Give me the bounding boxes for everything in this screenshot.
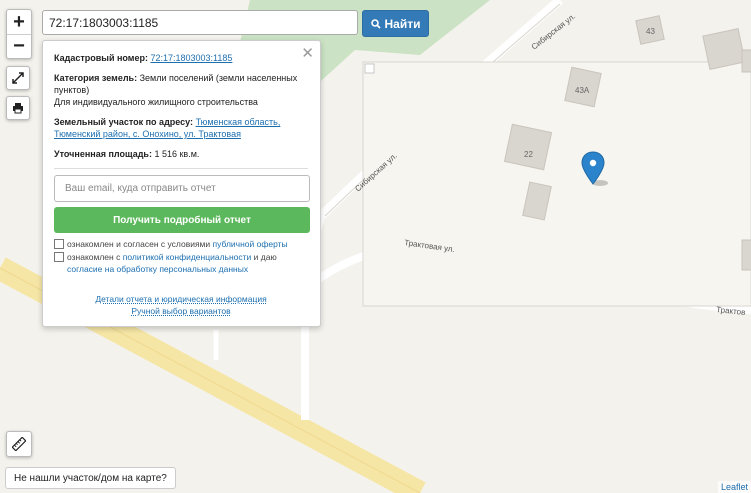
- popup-footer-links: Детали отчета и юридическая информация Р…: [54, 293, 308, 317]
- zoom-out-button[interactable]: −: [7, 33, 31, 59]
- house-number-43a: 43А: [575, 86, 590, 95]
- privacy-consent-checkbox-row: ознакомлен с политикой конфиденциальност…: [54, 251, 308, 275]
- email-input[interactable]: Ваш email, куда отправить отчет: [54, 175, 310, 202]
- find-button[interactable]: Найти: [362, 10, 429, 37]
- address-row: Земельный участок по адресу: Тюменская о…: [54, 117, 281, 139]
- leaflet-attribution-link[interactable]: Leaflet: [717, 481, 751, 493]
- parcel-info-popup: ✕ Кадастровый номер: 72:17:1803003:1185 …: [42, 40, 321, 327]
- zoom-control: + −: [6, 9, 32, 59]
- house-number-43: 43: [646, 27, 655, 36]
- privacy-policy-link[interactable]: политикой конфиденциальности: [123, 252, 252, 262]
- offer-consent-checkbox[interactable]: [54, 239, 64, 249]
- find-button-label: Найти: [384, 16, 421, 31]
- privacy-consent-checkbox[interactable]: [54, 252, 64, 262]
- offer-consent-checkbox-row: ознакомлен и согласен с условиями публич…: [54, 238, 308, 250]
- house-number-22: 22: [524, 150, 533, 159]
- print-button[interactable]: [6, 96, 30, 120]
- area-row: Уточненная площадь: 1 516 кв.м.: [54, 149, 200, 159]
- data-processing-consent-link[interactable]: согласие на обработку персональных данны…: [67, 264, 248, 274]
- cadastral-search-input[interactable]: [42, 10, 358, 35]
- search-icon: [370, 18, 381, 29]
- cadastral-number-link[interactable]: 72:17:1803003:1185: [150, 53, 232, 63]
- close-icon[interactable]: ✕: [301, 44, 314, 62]
- cadastral-number-row: Кадастровый номер: 72:17:1803003:1185: [54, 53, 233, 63]
- measure-button[interactable]: [6, 431, 32, 457]
- divider: [54, 168, 308, 169]
- report-details-link[interactable]: Детали отчета и юридическая информация: [54, 293, 308, 305]
- land-category-row: Категория земель: Земли поселений (земли…: [54, 73, 298, 107]
- public-offer-link[interactable]: публичной оферты: [213, 239, 288, 249]
- not-found-button[interactable]: Не нашли участок/дом на карте?: [5, 467, 176, 489]
- manual-selection-link[interactable]: Ручной выбор вариантов: [54, 305, 308, 317]
- printer-icon: [13, 103, 23, 114]
- fullscreen-button[interactable]: [6, 66, 30, 90]
- expand-icon: [12, 72, 24, 84]
- get-report-button[interactable]: Получить подробный отчет: [54, 207, 310, 233]
- zoom-in-button[interactable]: +: [7, 10, 31, 34]
- ruler-icon: [12, 437, 26, 451]
